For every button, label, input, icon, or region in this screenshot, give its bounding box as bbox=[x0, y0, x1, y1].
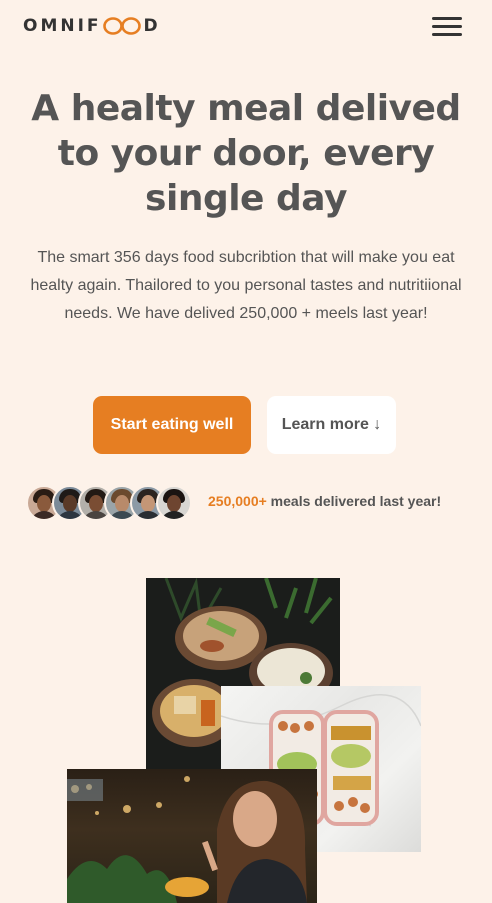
logo-text-right: D bbox=[143, 16, 161, 36]
logo[interactable]: OMNIF D bbox=[23, 14, 161, 38]
logo-text-left: OMNIF bbox=[23, 16, 102, 36]
menu-icon[interactable] bbox=[431, 14, 463, 38]
delivered-label: meals delivered last year! bbox=[266, 493, 442, 509]
avatar bbox=[156, 485, 192, 521]
woman-eating-image bbox=[67, 769, 317, 903]
learn-more-button[interactable]: Learn more ↓ bbox=[267, 396, 396, 454]
start-eating-button[interactable]: Start eating well bbox=[93, 396, 251, 454]
delivered-count: 250,000+ bbox=[208, 493, 267, 509]
hero-title: A healty meal delived to your door, ever… bbox=[31, 88, 461, 219]
hero-description: The smart 356 days food subcribtion that… bbox=[30, 249, 462, 322]
infinity-icon bbox=[102, 17, 141, 35]
site-header: OMNIF D bbox=[0, 0, 492, 52]
delivered-meals-text: 250,000+ meals delivered last year! bbox=[208, 493, 441, 509]
